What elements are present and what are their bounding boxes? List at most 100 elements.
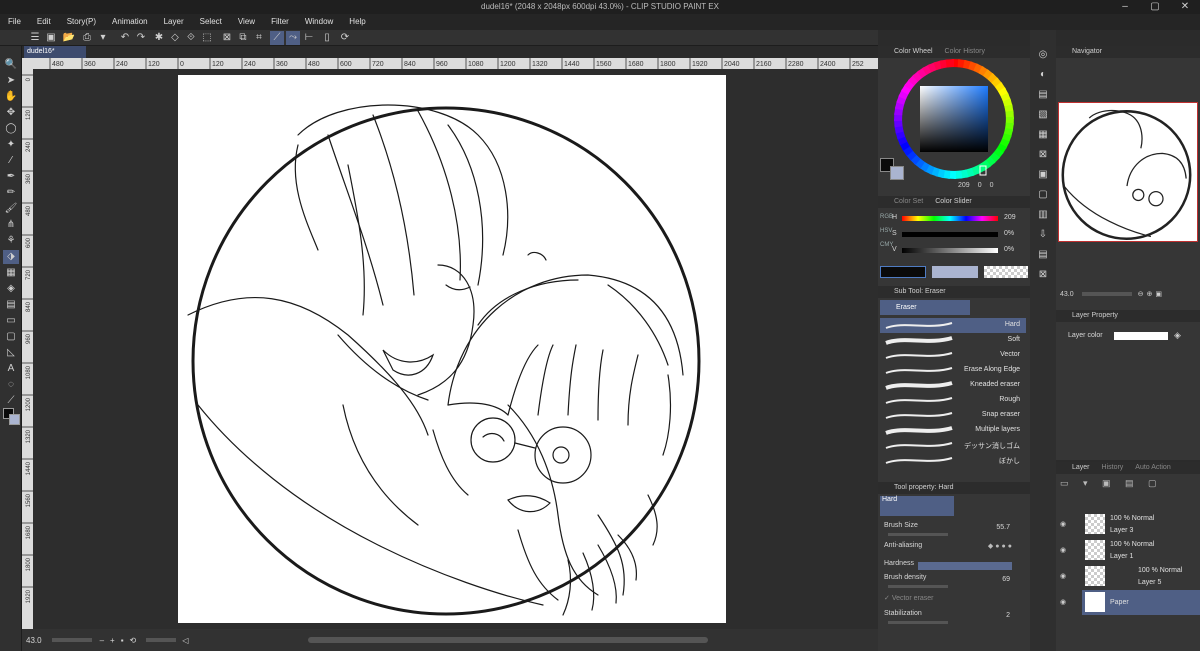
- tab-layer[interactable]: Layer: [1072, 462, 1090, 474]
- subtool-item[interactable]: デッサン消しゴム: [880, 438, 1026, 453]
- layer-icon[interactable]: ▤: [1035, 88, 1051, 102]
- subtool-item[interactable]: Erase Along Edge: [880, 363, 1026, 378]
- balloon-icon[interactable]: ◌: [3, 378, 19, 392]
- hue-slider-row[interactable]: H 209: [892, 214, 1028, 226]
- mode-cmy[interactable]: CMY: [880, 238, 893, 252]
- layer-color-swatch[interactable]: [1114, 332, 1168, 340]
- folder-icon[interactable]: ▥: [1035, 208, 1051, 222]
- magic-wand-icon[interactable]: ✦: [3, 138, 19, 152]
- brush-size-slider[interactable]: [888, 533, 948, 536]
- subtool-item[interactable]: Snap eraser: [880, 408, 1026, 423]
- mode-hsv[interactable]: HSV: [880, 224, 892, 238]
- new-file-icon[interactable]: ▣: [44, 31, 58, 45]
- layer-row[interactable]: ◉ 100 % Normal Layer 1: [1060, 538, 1200, 563]
- color-icon[interactable]: ◐: [1035, 68, 1051, 82]
- menu-file[interactable]: File: [0, 14, 29, 30]
- brush-size-value[interactable]: 55.7: [996, 524, 1010, 531]
- menu-story[interactable]: Story(P): [59, 14, 104, 30]
- clear-icon[interactable]: ✱: [152, 31, 166, 45]
- move-icon[interactable]: ✥: [3, 106, 19, 120]
- rotate-slider[interactable]: [146, 638, 177, 642]
- material-icon[interactable]: ▦: [1035, 128, 1051, 142]
- sub-color-swatch[interactable]: [9, 414, 20, 425]
- object-icon[interactable]: ➤: [3, 74, 19, 88]
- stabilization-slider[interactable]: [888, 621, 948, 624]
- snap-ruler-icon[interactable]: ⟋: [270, 31, 284, 45]
- subtool-item[interactable]: Kneaded eraser: [880, 378, 1026, 393]
- subtool-item[interactable]: Vector: [880, 348, 1026, 363]
- density-value[interactable]: 69: [1002, 576, 1010, 583]
- zoom-in-icon[interactable]: +: [110, 636, 115, 645]
- menu-layer[interactable]: Layer: [156, 14, 192, 30]
- antialias-row[interactable]: Anti-aliasing ◆●●●: [884, 542, 1024, 562]
- layer-row[interactable]: ◉ 100 % Normal Layer 5: [1060, 564, 1200, 589]
- flip-icon[interactable]: ◁: [182, 636, 188, 645]
- layer-row[interactable]: ◉ Paper: [1060, 590, 1200, 615]
- subtool-item[interactable]: ぼかし: [880, 453, 1026, 468]
- tab-color-wheel[interactable]: Color Wheel: [894, 46, 933, 58]
- eraser-icon[interactable]: ⬗: [3, 250, 19, 264]
- menu-select[interactable]: Select: [192, 14, 230, 30]
- canvas-area[interactable]: [33, 69, 878, 629]
- fill-icon[interactable]: ◇: [168, 31, 182, 45]
- decoration-icon[interactable]: ⚘: [3, 234, 19, 248]
- sat-slider-row[interactable]: S 0%: [892, 230, 1028, 242]
- invert-icon[interactable]: ⧉: [236, 31, 250, 45]
- tab-auto-action[interactable]: Auto Action: [1135, 462, 1170, 474]
- brush-size-row[interactable]: Brush Size 55.7: [884, 522, 1024, 542]
- navigator-zoom-buttons[interactable]: ⊖⊕▣: [1138, 290, 1165, 298]
- device-icon[interactable]: ▯: [320, 31, 334, 45]
- snap-special-icon[interactable]: ⤳: [286, 31, 300, 45]
- layer-row[interactable]: ◉ 100 % Normal Layer 3: [1060, 512, 1200, 537]
- hand-icon[interactable]: ✋: [3, 90, 19, 104]
- stabilization-row[interactable]: Stabilization 2: [884, 610, 1024, 630]
- figure-icon[interactable]: ▭: [3, 314, 19, 328]
- zoom-value[interactable]: 43.0: [26, 636, 42, 645]
- layer-color-icon[interactable]: ◈: [1174, 330, 1181, 341]
- brush-icon[interactable]: 🖌: [3, 202, 19, 216]
- rotate-slider-icon[interactable]: ⟲: [130, 636, 137, 645]
- menu-view[interactable]: View: [230, 14, 263, 30]
- tab-color-slider[interactable]: Color Slider: [935, 196, 972, 208]
- pen-icon[interactable]: ✒: [3, 170, 19, 184]
- fill-bucket-icon[interactable]: ◈: [3, 282, 19, 296]
- vector-eraser-checkbox[interactable]: ✓: [884, 595, 892, 602]
- layer-toolbar[interactable]: ▭ ▾ ▣ ▤ ▢: [1060, 478, 1196, 490]
- maximize-icon[interactable]: ▢: [1140, 0, 1170, 14]
- fit-icon[interactable]: ▪: [121, 636, 124, 645]
- close-panel-2-icon[interactable]: ⊠: [1035, 268, 1051, 282]
- list-icon[interactable]: ▤: [1035, 248, 1051, 262]
- eye-icon[interactable]: ◉: [1060, 598, 1066, 606]
- hue-slider[interactable]: [902, 216, 998, 221]
- sub-color-box[interactable]: [890, 166, 904, 180]
- sub-color-chip[interactable]: [932, 266, 978, 278]
- gradient-icon[interactable]: ▤: [3, 298, 19, 312]
- zoom-out-icon[interactable]: –: [100, 636, 104, 645]
- subtool-group-tab[interactable]: Eraser: [880, 300, 970, 315]
- main-color-chip[interactable]: [880, 266, 926, 278]
- menu-help[interactable]: Help: [341, 14, 373, 30]
- correct-line-icon[interactable]: ⟋: [3, 394, 19, 408]
- eye-icon[interactable]: ◉: [1060, 520, 1066, 528]
- save-icon[interactable]: ⎙: [80, 31, 94, 45]
- eye-icon[interactable]: ◉: [1060, 572, 1066, 580]
- transparent-chip[interactable]: [984, 266, 1028, 278]
- subtool-item[interactable]: Soft: [880, 333, 1026, 348]
- menu-edit[interactable]: Edit: [29, 14, 59, 30]
- val-slider-row[interactable]: V 0%: [892, 246, 1028, 258]
- subtool-item[interactable]: Hard: [880, 318, 1026, 333]
- preset-icon[interactable]: ▣: [1035, 168, 1051, 182]
- antialias-options[interactable]: ◆●●●: [988, 542, 1014, 550]
- val-slider[interactable]: [902, 248, 998, 253]
- menu-window[interactable]: Window: [297, 14, 341, 30]
- density-row[interactable]: Brush density 69: [884, 574, 1024, 594]
- stabilization-value[interactable]: 2: [1006, 612, 1010, 619]
- help-icon[interactable]: ⟳: [338, 31, 352, 45]
- eyedropper-icon[interactable]: ⁄: [3, 154, 19, 168]
- airbrush-icon[interactable]: ⋔: [3, 218, 19, 232]
- eye-icon[interactable]: ◉: [1060, 546, 1066, 554]
- color-wheel[interactable]: [878, 58, 1030, 182]
- undo-icon[interactable]: ↶: [118, 31, 132, 45]
- navigator-zoom-value[interactable]: 43.0: [1060, 291, 1074, 298]
- lasso-icon[interactable]: ◯: [3, 122, 19, 136]
